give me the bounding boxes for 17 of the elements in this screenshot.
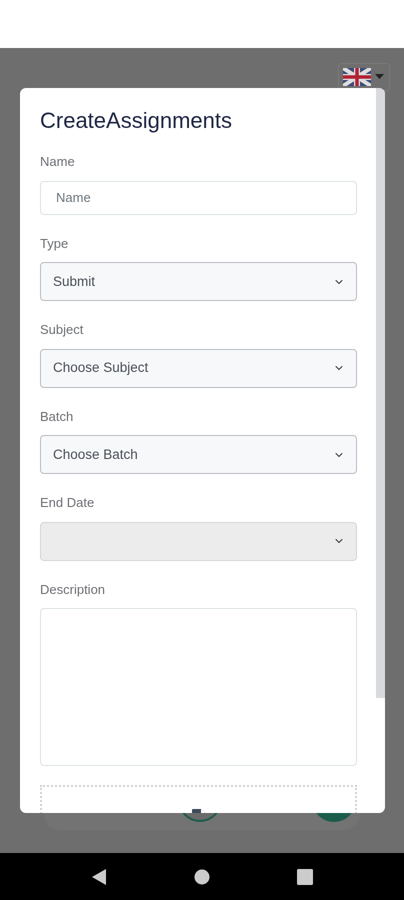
- field-label: Batch: [40, 408, 74, 426]
- field-label: Name: [40, 153, 76, 172]
- text-field[interactable]: Name: [40, 180, 357, 215]
- flag-icon: [343, 68, 371, 86]
- select-field[interactable]: Choose Batch: [40, 435, 357, 474]
- field-label: Type: [40, 234, 70, 253]
- field-label: Subject: [40, 321, 84, 340]
- back-icon[interactable]: [91, 868, 108, 886]
- recents-icon[interactable]: [296, 868, 313, 884]
- language-selector[interactable]: [338, 63, 390, 91]
- field-label: End Date: [40, 494, 96, 512]
- dialog-title: CreateAssignments: [40, 108, 233, 134]
- select-field[interactable]: Choose Subject: [40, 348, 357, 388]
- select-field[interactable]: Submit: [40, 262, 357, 302]
- field-label: Description: [40, 580, 106, 599]
- caret-icon: [375, 74, 384, 80]
- home-icon[interactable]: [194, 868, 210, 884]
